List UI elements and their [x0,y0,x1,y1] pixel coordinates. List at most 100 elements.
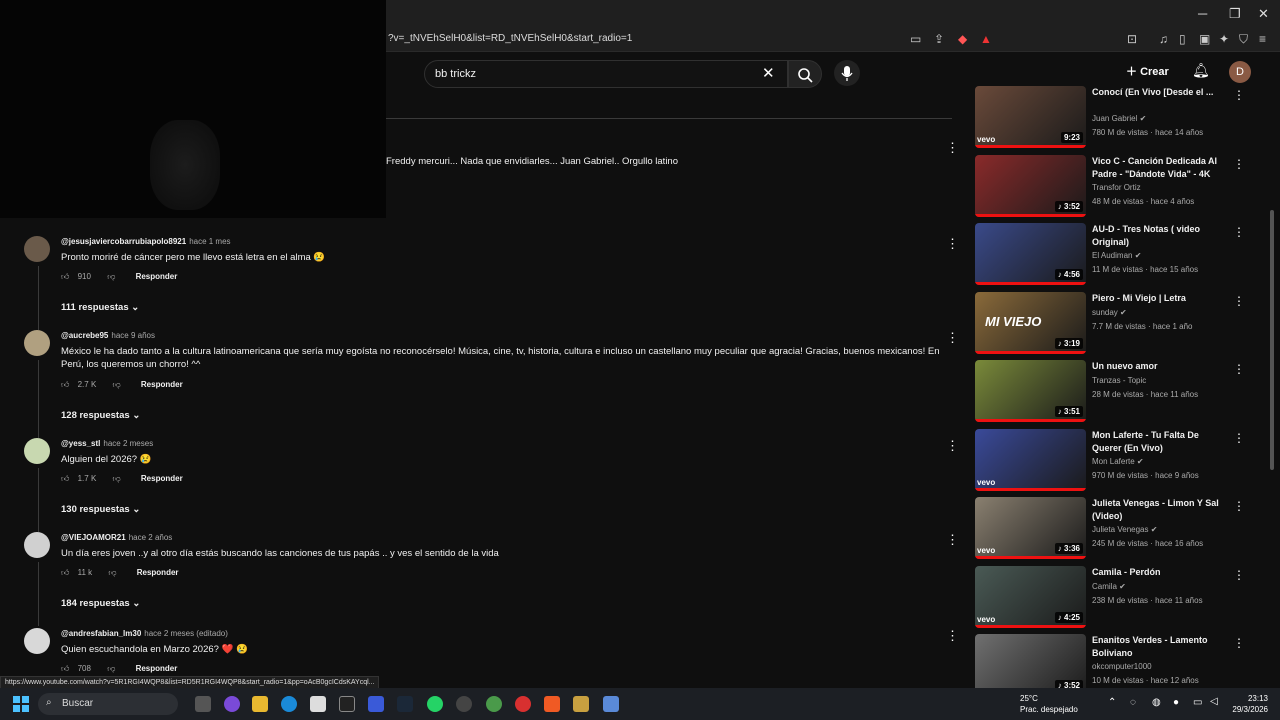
file-explorer-icon[interactable] [252,696,268,712]
wallet-icon[interactable]: ▣ [1199,32,1210,46]
screenshot-icon[interactable]: ⊡ [1127,32,1137,46]
video-channel[interactable]: Transfor Ortiz [1092,183,1141,192]
vpn-icon[interactable]: ⛉ [1239,32,1248,47]
view-replies-button[interactable]: 111 respuestas ⌄ [61,302,139,313]
comment-avatar[interactable] [24,330,50,356]
steam-icon[interactable] [397,696,413,712]
comment-more-icon[interactable]: ⋮ [946,140,959,156]
reply-button[interactable]: Responder [136,272,178,281]
store-icon[interactable] [310,696,326,712]
dislike-icon[interactable]: 👎︎ [113,474,121,483]
video-thumbnail[interactable]: MI VIEJO ♪ 3:19 [975,291,1086,354]
video-more-icon[interactable]: ⋮ [1233,636,1245,650]
reply-button[interactable]: Responder [136,664,178,673]
comment-author[interactable]: @andresfabian_lm30 hace 2 meses (editado) [61,629,228,638]
restore-icon[interactable]: ❐ [1229,6,1241,22]
related-video-item[interactable]: ♪ 3:51 Un nuevo amor Tranzas - Topic 28 … [975,360,1255,426]
reply-button[interactable]: Responder [141,380,183,389]
close-icon[interactable]: ✕ [1258,6,1269,22]
video-thumbnail[interactable]: ♪ 3:51 [975,360,1086,422]
like-icon[interactable]: 👍︎ [61,272,69,281]
video-more-icon[interactable]: ⋮ [1233,568,1245,582]
cast-icon[interactable]: ▭ [910,32,921,46]
menu-icon[interactable]: ≡ [1259,32,1266,46]
comment-username[interactable]: @aucrebe95 [61,331,108,340]
github-icon[interactable] [456,696,472,712]
edge-icon[interactable] [281,696,297,712]
sidebar-icon[interactable]: ▯ [1179,32,1186,46]
comment-more-icon[interactable]: ⋮ [946,628,959,644]
tray-chevron-icon[interactable]: ⌃ [1108,697,1116,708]
task-view-icon[interactable] [195,696,211,712]
app-red-icon[interactable] [515,696,531,712]
search-query[interactable]: bb trickz [435,68,476,80]
reply-button[interactable]: Responder [141,474,183,483]
video-channel[interactable]: okcomputer1000 [1092,662,1152,671]
video-channel[interactable]: Tranzas - Topic [1092,376,1146,385]
like-icon[interactable]: 👍︎ [61,474,69,483]
rewards-icon[interactable]: ▲ [980,32,992,46]
brave-icon[interactable] [544,696,560,712]
app-gold-icon[interactable] [573,696,589,712]
video-title[interactable]: Enanitos Verdes - Lamento Boliviano [1092,634,1227,660]
comment-username[interactable]: @jesusjaviercobarrubiapolo8921 [61,237,186,246]
video-more-icon[interactable]: ⋮ [1233,294,1245,308]
taskbar-search[interactable]: ⌕ Buscar [38,693,178,715]
epic-games-icon[interactable] [339,696,355,712]
weather-widget[interactable]: 25°C Prac. despejado [1020,693,1078,715]
scrollbar[interactable] [1270,210,1274,470]
video-more-icon[interactable]: ⋮ [1233,431,1245,445]
view-replies-button[interactable]: 128 respuestas ⌄ [61,410,140,421]
music-icon[interactable]: ♫ [1159,32,1168,46]
video-more-icon[interactable]: ⋮ [1233,499,1245,513]
video-title[interactable]: AU-D - Tres Notas ( video Original) [1092,223,1227,249]
reply-button[interactable]: Responder [137,568,179,577]
video-thumbnail[interactable]: ♪ 3:52 [975,154,1086,217]
related-video-item[interactable]: ♪ 4:56 AU-D - Tres Notas ( video Origina… [975,223,1255,289]
brave-shield-icon[interactable]: ◆ [958,32,967,46]
video-title[interactable]: Julieta Venegas - Limon Y Sal (Video) [1092,497,1227,523]
whatsapp-icon[interactable] [427,696,443,712]
video-thumbnail[interactable]: ♪ 4:56 [975,223,1086,285]
voice-search-button[interactable] [834,60,860,86]
video-channel[interactable]: Juan Gabriel ✔ [1092,114,1146,123]
related-video-item[interactable]: vevo ♪ 4:25 Camila - Perdón Camila ✔ 238… [975,565,1255,632]
search-input[interactable]: bb trickz [424,60,788,88]
url-text[interactable]: ?v=_tNVEhSelH0&list=RD_tNVEhSelH0&start_… [388,33,632,44]
view-replies-button[interactable]: 184 respuestas ⌄ [61,598,140,609]
chrome-icon[interactable] [486,696,502,712]
video-title[interactable]: Camila - Perdón [1092,566,1227,579]
view-replies-button[interactable]: 130 respuestas ⌄ [61,504,140,515]
comment-username[interactable]: @VIEJOAMOR21 [61,533,126,542]
video-more-icon[interactable]: ⋮ [1233,362,1245,376]
leo-icon[interactable]: ✦ [1219,32,1229,46]
search-button[interactable] [788,60,822,88]
windows-start-icon[interactable] [13,696,29,712]
clear-search-icon[interactable]: ✕ [762,64,775,82]
tray-mic-icon[interactable]: ● [1173,697,1179,708]
comment-avatar[interactable] [24,532,50,558]
minimize-icon[interactable]: ─ [1198,6,1207,21]
network-icon[interactable]: ▭ [1193,697,1202,708]
video-thumbnail[interactable]: vevo 9:23 [975,86,1086,148]
video-thumbnail[interactable]: ♪ 3:52 [975,634,1086,696]
video-channel[interactable]: Julieta Venegas ✔ [1092,525,1157,534]
video-channel[interactable]: Camila ✔ [1092,582,1126,591]
share-icon[interactable]: ⇪ [934,32,944,46]
comment-avatar[interactable] [24,438,50,464]
tray-app-icon[interactable]: ◌ [1130,697,1136,708]
video-title[interactable]: Vico C - Canción Dedicada Al Padre - "Dá… [1092,155,1227,181]
tray-app2-icon[interactable]: ◍ [1152,697,1161,708]
video-channel[interactable]: sunday ✔ [1092,308,1127,317]
video-title[interactable]: Conocí (En Vivo [Desde el ... [1092,86,1227,99]
comment-author[interactable]: @aucrebe95 hace 9 años [61,331,155,340]
related-video-item[interactable]: vevo ♪ 3:36 Julieta Venegas - Limon Y Sa… [975,497,1255,563]
video-thumbnail[interactable]: vevo ♪ 3:36 [975,497,1086,559]
comment-more-icon[interactable]: ⋮ [946,532,959,548]
video-more-icon[interactable]: ⋮ [1233,225,1245,239]
video-title[interactable]: Un nuevo amor [1092,360,1227,373]
comment-avatar[interactable] [24,628,50,654]
video-channel[interactable]: Mon Laferte ✔ [1092,457,1144,466]
notifications-bell-icon[interactable]: 🔔︎ [1192,62,1210,79]
comment-author[interactable]: @jesusjaviercobarrubiapolo8921 hace 1 mes [61,237,231,246]
